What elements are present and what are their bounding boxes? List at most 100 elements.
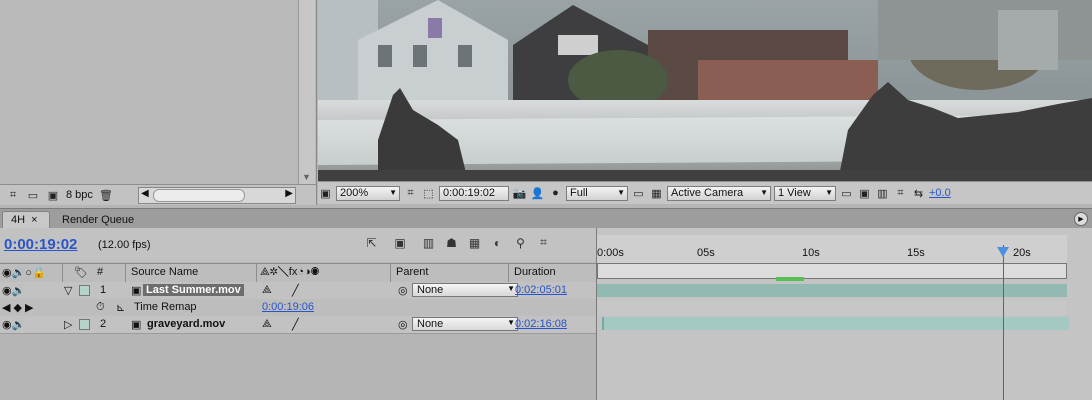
always-preview-icon[interactable]: ▣ bbox=[318, 186, 333, 201]
rgb-channels-icon[interactable]: ● bbox=[548, 186, 563, 201]
scroll-right-arrow-icon[interactable]: ▶ bbox=[285, 188, 293, 199]
motion-blur-icon[interactable]: ◐ bbox=[488, 234, 507, 251]
graph-icon[interactable]: ⊾ bbox=[116, 301, 125, 314]
av-features-icon[interactable]: ◉🔊○🔒 bbox=[2, 266, 46, 279]
tab-4h[interactable]: 4H × bbox=[2, 211, 50, 228]
duration-column-header[interactable]: Duration bbox=[514, 266, 556, 278]
source-name-column-header[interactable]: Source Name bbox=[131, 266, 198, 278]
view-layout-value: 1 View bbox=[778, 187, 811, 199]
toggle-pixel-aspect-icon[interactable]: ▭ bbox=[839, 186, 854, 201]
project-vertical-scrollbar[interactable]: ▼ bbox=[298, 0, 315, 184]
time-remap-track[interactable] bbox=[597, 300, 1067, 315]
mask-visibility-icon[interactable]: ⬚ bbox=[421, 186, 436, 201]
draft-3d-icon[interactable]: ▥ bbox=[419, 234, 438, 251]
parent-value: None bbox=[417, 318, 444, 330]
resolution-dropdown[interactable]: Full ▼ bbox=[566, 185, 628, 201]
column-divider bbox=[256, 264, 257, 282]
scroll-down-arrow-icon[interactable]: ▼ bbox=[302, 172, 311, 182]
layer-duration[interactable]: 0:02:05:01 bbox=[515, 284, 567, 296]
panel-menu-icon[interactable]: ▶ bbox=[1074, 212, 1088, 226]
fast-previews-icon[interactable]: ▣ bbox=[857, 186, 872, 201]
close-icon[interactable]: × bbox=[31, 214, 37, 226]
grid-guides-icon[interactable]: ⌗ bbox=[403, 186, 418, 201]
quality-switch-icon[interactable]: ╱ bbox=[292, 318, 299, 331]
quality-switch-icon[interactable]: ╱ bbox=[292, 284, 299, 297]
layer-2-duration-bar[interactable] bbox=[602, 317, 1069, 330]
frame-blending-icon[interactable]: ▦ bbox=[465, 234, 484, 251]
transparency-grid-icon[interactable]: ▦ bbox=[649, 186, 664, 201]
graph-editor-icon[interactable]: ⌗ bbox=[534, 234, 553, 251]
video-frame-image bbox=[318, 0, 1092, 181]
bit-depth-button[interactable]: 8 bpc bbox=[66, 189, 93, 201]
composition-viewer[interactable] bbox=[318, 0, 1092, 181]
shy-switch-icon[interactable]: ⟁ bbox=[262, 284, 272, 297]
region-of-interest-icon[interactable]: ▭ bbox=[631, 186, 646, 201]
number-column-header[interactable]: # bbox=[97, 266, 103, 278]
keyframe-navigator-icon[interactable]: ◀ ◆ ▶ bbox=[2, 301, 34, 314]
layer-name[interactable]: Last Summer.mov bbox=[143, 284, 244, 296]
ruler-tick-label: 0:00s bbox=[597, 247, 624, 259]
current-time-display[interactable]: 0:00:19:02 bbox=[4, 236, 77, 253]
reset-exposure-icon[interactable]: ⇆ bbox=[911, 186, 926, 201]
column-divider bbox=[390, 264, 391, 282]
view-layout-dropdown[interactable]: 1 View ▼ bbox=[774, 185, 836, 201]
ruler-tick-label: 10s bbox=[802, 247, 820, 259]
footage-icon: ▣ bbox=[131, 285, 142, 297]
av-switches-icon[interactable]: ◉🔊 bbox=[2, 284, 25, 297]
expand-triangle-icon[interactable]: ▽ bbox=[64, 284, 72, 297]
layer-name[interactable]: graveyard.mov bbox=[147, 318, 225, 330]
snapshot-icon[interactable]: 📷 bbox=[512, 186, 527, 201]
shy-switch-icon[interactable]: ⟁ bbox=[262, 318, 272, 331]
pickwhip-icon[interactable]: ◎ bbox=[398, 318, 408, 331]
parent-dropdown[interactable]: None ▼ bbox=[412, 283, 518, 297]
pickwhip-icon[interactable]: ◎ bbox=[398, 284, 408, 297]
time-remap-label: Time Remap bbox=[134, 301, 197, 313]
camera-view-dropdown[interactable]: Active Camera ▼ bbox=[667, 185, 771, 201]
project-horizontal-scrollbar[interactable]: ◀ ▶ bbox=[138, 187, 296, 204]
interpret-footage-icon[interactable]: ⌗ bbox=[6, 188, 20, 202]
brainstorm-icon[interactable]: ⚲ bbox=[511, 234, 530, 251]
project-panel bbox=[0, 0, 317, 205]
tab-render-queue[interactable]: Render Queue bbox=[54, 211, 146, 228]
label-icon[interactable]: 🏷 bbox=[74, 266, 88, 279]
comp-flowchart-icon[interactable]: ⌗ bbox=[893, 186, 908, 201]
timeline-icon[interactable]: ▥ bbox=[875, 186, 890, 201]
new-composition-icon[interactable]: ▣ bbox=[46, 188, 60, 202]
hide-shy-layers-icon[interactable]: ☗ bbox=[442, 234, 461, 251]
resolution-value: Full bbox=[570, 187, 588, 199]
layer-row-2[interactable]: ◉🔊 ▷ 2 ▣ graveyard.mov ⟁ ╱ ◎ None ▼ 0:02… bbox=[0, 316, 596, 334]
time-remap-row[interactable]: ◀ ◆ ▶ ⏱ ⊾ Time Remap 0:00:19:06 bbox=[0, 299, 596, 317]
exposure-value[interactable]: +0.0 bbox=[929, 187, 951, 199]
viewer-toolbar: ▣ 200% ▼ ⌗ ⬚ 0:00:19:02 📷 👤 ● Full ▼ ▭ ▦… bbox=[318, 181, 1092, 204]
stopwatch-icon[interactable]: ⏱ bbox=[96, 301, 105, 314]
scrollbar-thumb[interactable] bbox=[153, 189, 245, 202]
parent-column-header[interactable]: Parent bbox=[396, 266, 428, 278]
live-update-icon[interactable]: ⇱ bbox=[362, 234, 381, 251]
work-area-bar[interactable] bbox=[597, 263, 1067, 279]
scroll-left-arrow-icon[interactable]: ◀ bbox=[141, 188, 149, 199]
layer-label-color[interactable] bbox=[79, 319, 90, 330]
layer-row-1[interactable]: ◉🔊 ▽ 1 ▣ Last Summer.mov ⟁ ╱ ◎ None ▼ 0:… bbox=[0, 282, 596, 300]
expand-triangle-icon[interactable]: ▷ bbox=[64, 318, 72, 331]
chevron-down-icon: ▼ bbox=[507, 318, 515, 327]
layer-label-color[interactable] bbox=[79, 285, 90, 296]
frame-rate-label: (12.00 fps) bbox=[98, 239, 151, 251]
chevron-down-icon: ▼ bbox=[507, 284, 515, 293]
comp-mini-flowchart-icon[interactable]: ▣ bbox=[385, 234, 415, 251]
layer-1-duration-bar[interactable] bbox=[597, 284, 1067, 297]
viewer-timecode[interactable]: 0:00:19:02 bbox=[439, 185, 509, 201]
chevron-down-icon: ▼ bbox=[389, 187, 397, 197]
tab-label: Render Queue bbox=[62, 213, 135, 226]
current-time-indicator-line[interactable] bbox=[1003, 245, 1004, 400]
show-snapshot-icon[interactable]: 👤 bbox=[530, 186, 545, 201]
new-folder-icon[interactable]: ▭ bbox=[26, 188, 40, 202]
time-remap-value[interactable]: 0:00:19:06 bbox=[262, 301, 314, 313]
time-ruler[interactable]: 0:00s 05s 10s 15s 20s bbox=[597, 235, 1067, 263]
av-switches-icon[interactable]: ◉🔊 bbox=[2, 318, 25, 331]
trash-icon[interactable]: 🗑 bbox=[99, 188, 113, 202]
magnification-dropdown[interactable]: 200% ▼ bbox=[336, 185, 400, 201]
column-divider bbox=[125, 264, 126, 282]
layer-duration[interactable]: 0:02:16:08 bbox=[515, 318, 567, 330]
layer-number: 2 bbox=[100, 318, 107, 330]
parent-dropdown[interactable]: None ▼ bbox=[412, 317, 518, 331]
